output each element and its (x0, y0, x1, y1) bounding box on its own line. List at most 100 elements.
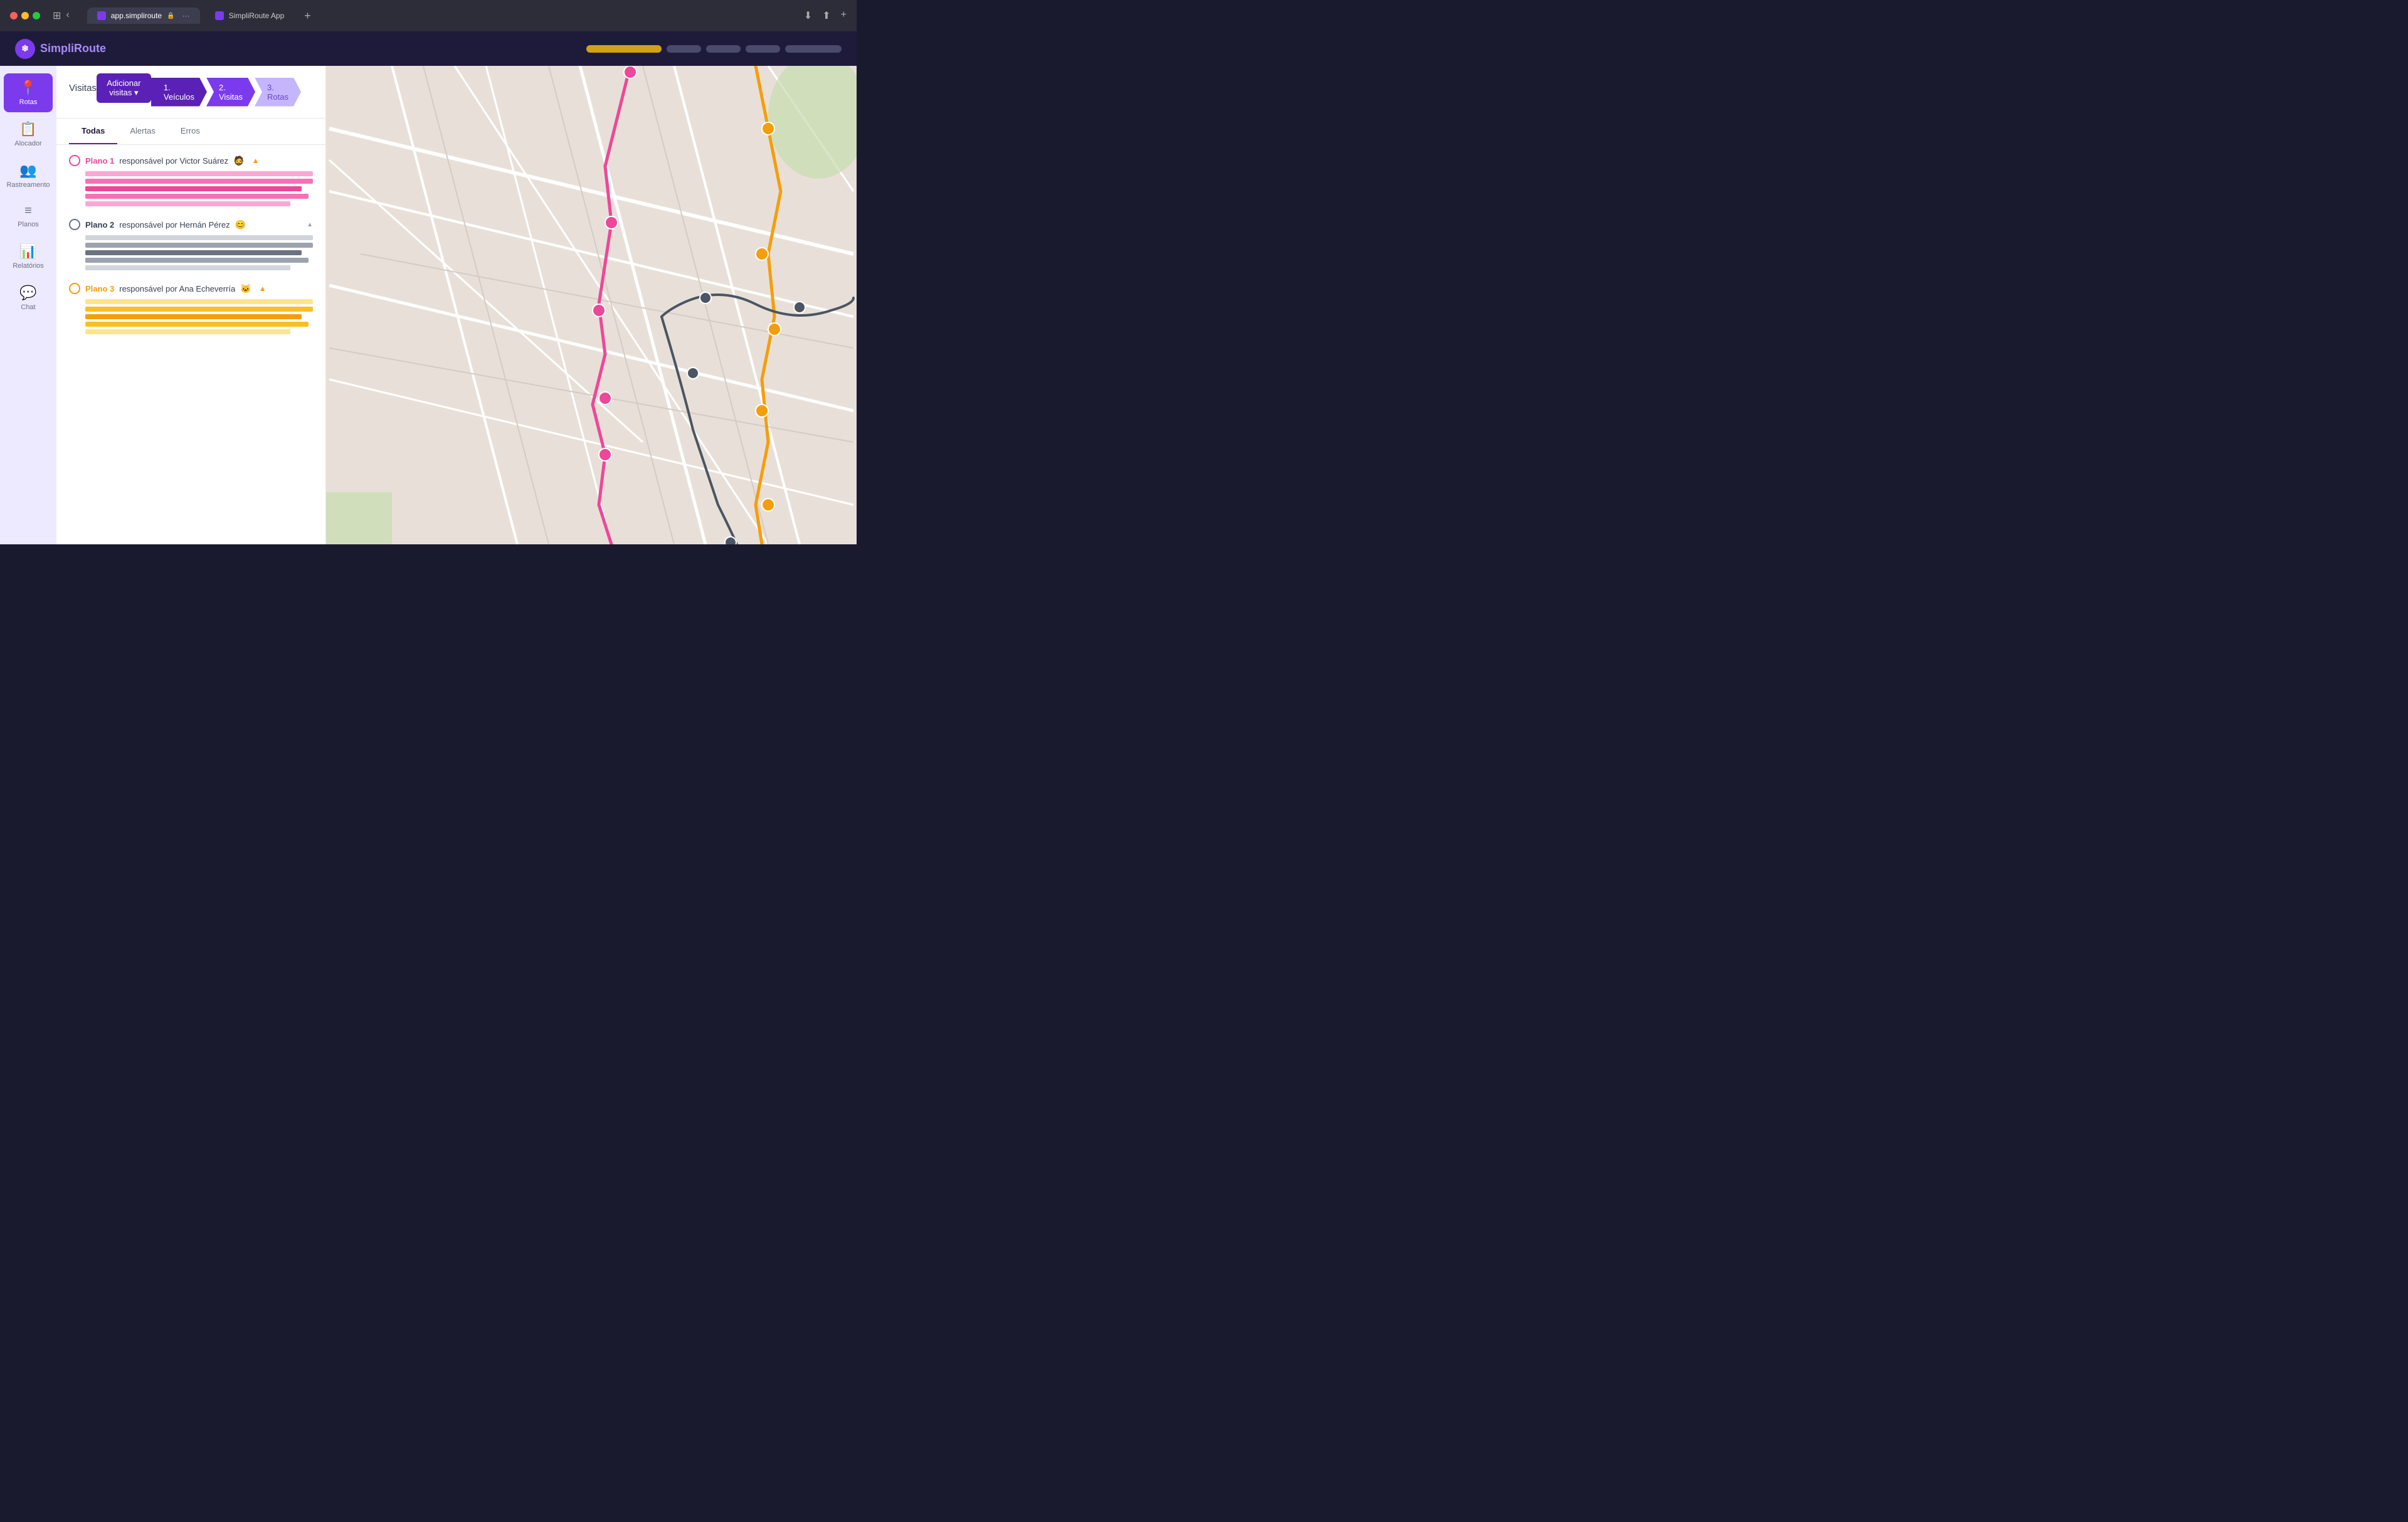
logo-text: SimpliRoute (40, 42, 106, 55)
logo-symbol: ❄ (21, 43, 29, 54)
plan-1-bar-4 (85, 194, 309, 199)
plan-3-bar-1 (85, 299, 313, 304)
tab-bar: app.simpliroute 🔒 ··· SimpliRoute App + (87, 8, 786, 24)
map-area[interactable] (326, 66, 857, 544)
plan-1-emoji: 🧔 (233, 156, 244, 166)
close-button[interactable] (10, 12, 18, 19)
sidebar-item-planos[interactable]: ≡ Planos (4, 198, 53, 235)
plan-3-warning-icon: ▲ (259, 284, 267, 293)
plan-1-bar-2 (85, 179, 313, 184)
plan-3-header[interactable]: Plano 3 responsável por Ana Echeverría 🐱… (69, 283, 313, 294)
location-icon: 📍 (19, 80, 36, 96)
step-vehicles[interactable]: 1. Veículos (151, 78, 207, 107)
add-visits-label: Adicionar visitas ▾ (107, 78, 141, 98)
clipboard-icon: 📋 (19, 121, 36, 137)
plan-2-arrow: ▲ (307, 221, 313, 228)
inactive-tab[interactable]: SimpliRoute App (205, 8, 295, 24)
share-icon[interactable]: ⬆ (822, 9, 830, 22)
plan-1-responsible: responsável por Victor Suárez (119, 156, 228, 166)
header-progress-bar (586, 45, 662, 53)
logo-icon: ❄ (15, 39, 35, 59)
tab-favicon-2 (215, 11, 224, 20)
plan-2-bar-3 (85, 250, 302, 255)
plan-2-bar-2 (85, 243, 313, 248)
map-svg (326, 66, 857, 544)
maximize-button[interactable] (33, 12, 40, 19)
main-content: Visitas Adicionar visitas ▾ 1. Veículos … (56, 66, 857, 544)
plan-3-bars (69, 299, 313, 334)
header-pill-3 (746, 45, 780, 53)
plan-2-header[interactable]: Plano 2 responsável por Hernán Pérez 😊 ▲ (69, 219, 313, 230)
header-pill-2 (706, 45, 741, 53)
plan-item-1: Plano 1 responsável por Victor Suárez 🧔 … (69, 155, 313, 206)
active-tab-url: app.simpliroute (111, 11, 162, 20)
active-tab[interactable]: app.simpliroute 🔒 ··· (87, 8, 200, 24)
plan-1-header[interactable]: Plano 1 responsável por Victor Suárez 🧔 … (69, 155, 313, 166)
tab-alertas[interactable]: Alertas (117, 119, 167, 144)
plan-3-circle (69, 283, 80, 294)
chat-icon: 💬 (19, 285, 36, 301)
plan-2-responsible: responsável por Hernán Pérez (119, 220, 230, 230)
plan-1-bar-1 (85, 171, 313, 176)
plan-2-bar-1 (85, 235, 313, 240)
step-routes[interactable]: 3. Rotas (255, 78, 301, 107)
back-icon[interactable]: ‹ (66, 9, 69, 22)
download-icon[interactable]: ⬇ (804, 9, 812, 22)
browser-chrome: ⊞ ‹ app.simpliroute 🔒 ··· SimpliRoute Ap… (0, 0, 857, 31)
plan-3-name: Plano 3 (85, 284, 114, 293)
add-visits-button[interactable]: Adicionar visitas ▾ (97, 73, 151, 103)
plans-list: Plano 1 responsável por Victor Suárez 🧔 … (56, 145, 325, 544)
plans-icon: ≡ (24, 204, 32, 218)
panel-tabs: Todas Alertas Erros (56, 119, 325, 145)
header-pill-1 (667, 45, 701, 53)
plan-1-bar-3 (85, 186, 302, 191)
panel-title: Visitas (69, 83, 97, 101)
tab-erros[interactable]: Erros (168, 119, 213, 144)
sidebar-item-relatorios[interactable]: 📊 Relatórios (4, 237, 53, 276)
sidebar-toggle-icon[interactable]: ⊞ (53, 9, 61, 22)
plan-1-circle (69, 155, 80, 166)
tab-menu-icon[interactable]: ··· (182, 11, 190, 20)
plan-2-name: Plano 2 (85, 220, 114, 230)
plan-3-emoji: 🐱 (240, 283, 251, 294)
plan-item-3: Plano 3 responsável por Ana Echeverría 🐱… (69, 283, 313, 334)
new-window-icon[interactable]: + (841, 9, 847, 22)
browser-actions: ⬇ ⬆ + (804, 9, 847, 22)
step-visits[interactable]: 2. Visitas (206, 78, 255, 107)
reports-icon: 📊 (19, 243, 36, 260)
plan-3-responsible: responsável por Ana Echeverría (119, 284, 235, 293)
app-header: ❄ SimpliRoute (0, 31, 857, 66)
step-indicator: 1. Veículos 2. Visitas 3. Rotas (151, 78, 300, 107)
plan-2-bar-4 (85, 258, 309, 263)
app-body: 📍 Rotas 📋 Alocador 👥 Rastreamento ≡ Plan… (0, 66, 857, 544)
plan-3-bar-5 (85, 329, 290, 334)
plan-2-bars (69, 235, 313, 270)
traffic-lights (10, 12, 40, 19)
sidebar-item-rastreamento[interactable]: 👥 Rastreamento (4, 156, 53, 195)
sidebar: 📍 Rotas 📋 Alocador 👥 Rastreamento ≡ Plan… (0, 66, 56, 544)
browser-controls: ⊞ ‹ (53, 9, 70, 22)
plan-1-bars (69, 171, 313, 206)
plan-3-bar-3 (85, 314, 302, 319)
sidebar-item-alocador[interactable]: 📋 Alocador (4, 115, 53, 154)
header-right (586, 45, 842, 53)
sidebar-item-rotas[interactable]: 📍 Rotas (4, 73, 53, 112)
inactive-tab-label: SimpliRoute App (229, 11, 285, 20)
plan-2-bar-5 (85, 265, 290, 270)
minimize-button[interactable] (21, 12, 29, 19)
header-pill-4 (785, 45, 842, 53)
plan-1-name: Plano 1 (85, 156, 114, 166)
plan-1-bar-5 (85, 201, 290, 206)
tab-todas[interactable]: Todas (69, 119, 117, 144)
plan-1-warning-icon: ▲ (252, 156, 260, 165)
new-tab-icon[interactable]: + (304, 9, 311, 23)
left-panel: Visitas Adicionar visitas ▾ 1. Veículos … (56, 66, 326, 544)
tab-favicon (97, 11, 106, 20)
plan-2-circle (69, 219, 80, 230)
panel-top-bar: Visitas Adicionar visitas ▾ 1. Veículos … (56, 66, 325, 119)
lock-icon: 🔒 (167, 13, 174, 19)
plan-3-bar-2 (85, 307, 313, 312)
logo: ❄ SimpliRoute (15, 39, 106, 59)
sidebar-item-chat[interactable]: 💬 Chat (4, 278, 53, 317)
plan-item-2: Plano 2 responsável por Hernán Pérez 😊 ▲ (69, 219, 313, 270)
